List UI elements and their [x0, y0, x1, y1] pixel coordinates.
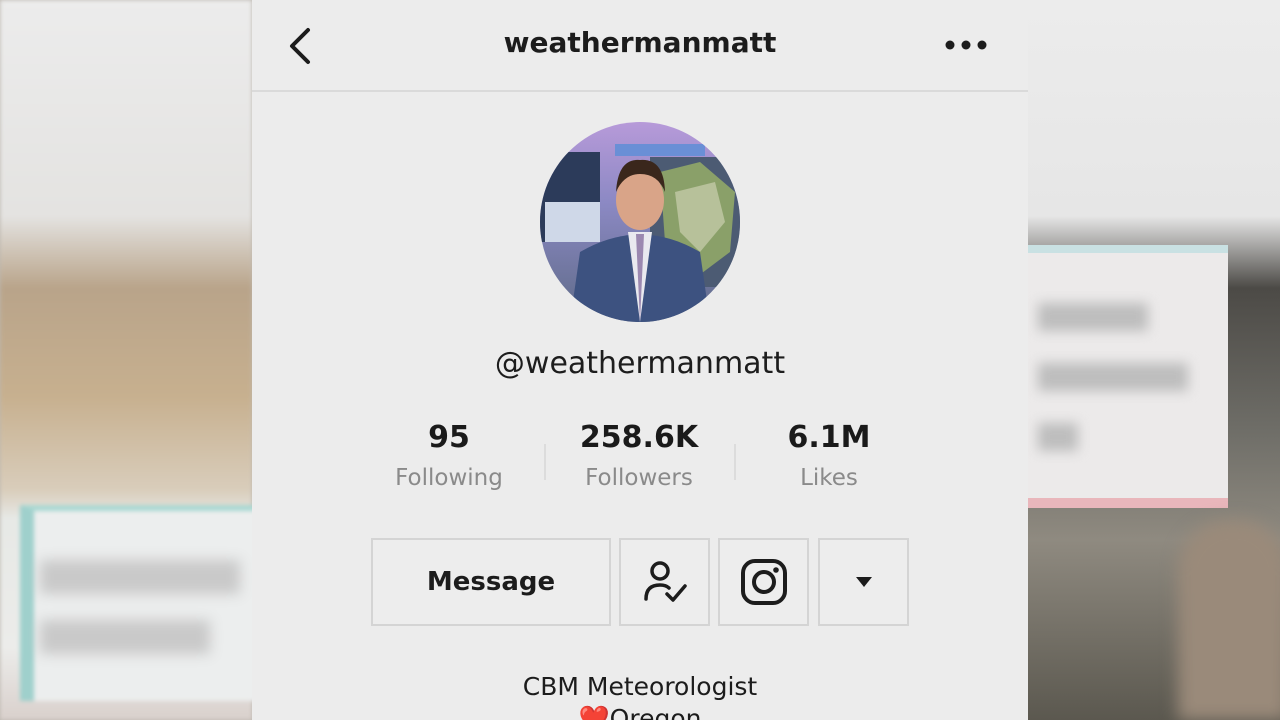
page-title: weathermanmatt: [503, 26, 777, 59]
background-panel: [1028, 245, 1228, 508]
suggested-accounts-dropdown[interactable]: [818, 538, 909, 626]
background-text-blur: [40, 620, 210, 654]
background-right: [1028, 0, 1280, 720]
avatar[interactable]: [540, 122, 740, 322]
background-left: [0, 0, 266, 720]
stat-following[interactable]: 95 Following: [354, 420, 544, 491]
instagram-icon: [740, 559, 787, 605]
stat-value: 258.6K: [579, 420, 699, 455]
stat-followers[interactable]: 258.6K Followers: [544, 420, 734, 491]
message-button[interactable]: Message: [371, 538, 611, 626]
stat-label: Followers: [585, 465, 693, 491]
username-handle: @weathermanmatt: [494, 346, 786, 381]
more-options-button[interactable]: [942, 30, 992, 60]
bio-line: ❤️Oregon: [578, 704, 702, 720]
bio-line: CBM Meteorologist: [522, 672, 758, 701]
top-bar: weathermanmatt: [252, 0, 1028, 92]
background-panel: [20, 505, 266, 701]
background-person: [1178, 520, 1280, 720]
stat-label: Following: [395, 465, 503, 491]
profile-screen: weathermanmatt @weathermanmatt 95 Follow…: [252, 0, 1028, 720]
stat-label: Likes: [800, 465, 858, 491]
following-button[interactable]: [619, 538, 710, 626]
instagram-button[interactable]: [718, 538, 809, 626]
more-horizontal-icon: [945, 40, 987, 50]
stat-value: 95: [428, 420, 470, 455]
background-text-blur: [40, 560, 240, 594]
stat-value: 6.1M: [787, 420, 871, 455]
caret-down-icon: [855, 577, 872, 587]
stat-likes[interactable]: 6.1M Likes: [734, 420, 924, 491]
profile-photo: [540, 122, 740, 322]
user-check-icon: [643, 561, 687, 602]
